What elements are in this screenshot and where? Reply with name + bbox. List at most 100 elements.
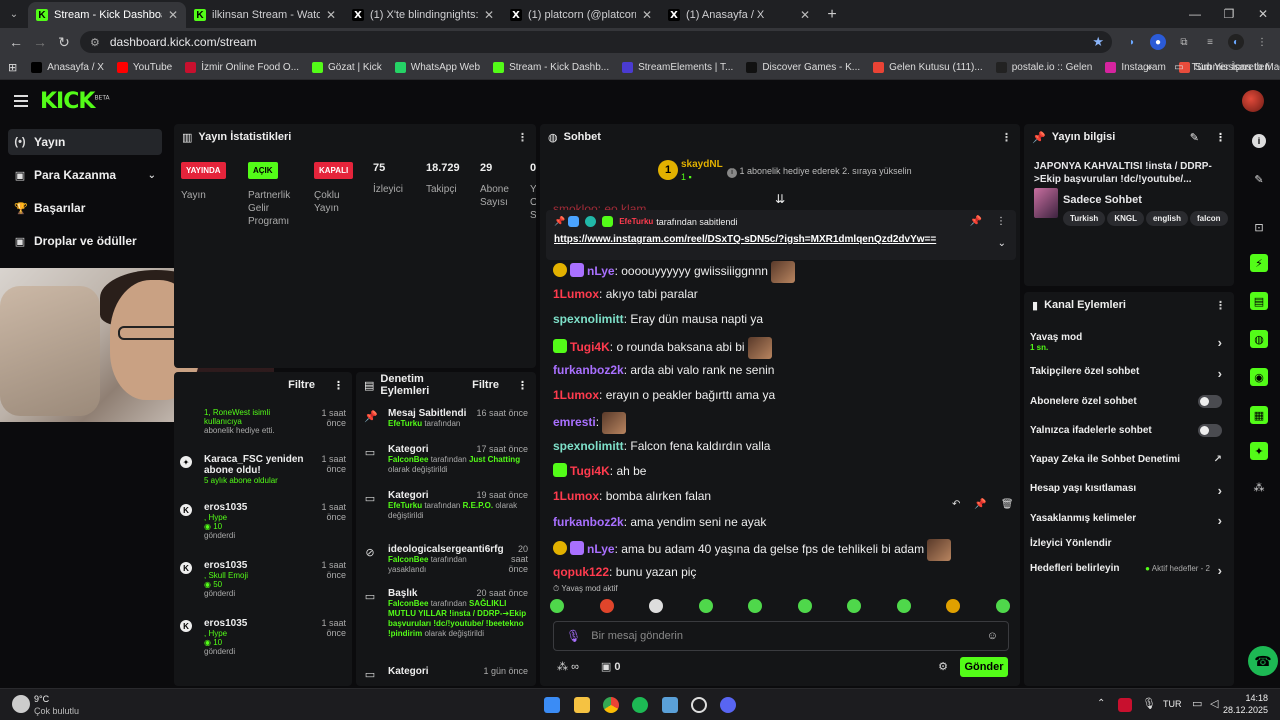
bookmark-item[interactable]: Gözat | Kick xyxy=(312,62,382,73)
emote-image[interactable] xyxy=(747,337,772,359)
kebab-icon[interactable]: ⋮ xyxy=(517,131,528,144)
chevron-right-icon[interactable]: › xyxy=(1218,335,1222,350)
clock-date[interactable]: 28.12.2025 xyxy=(1222,705,1268,715)
url-field[interactable]: ⚙ dashboard.kick.com/stream ★ xyxy=(80,31,1112,53)
explorer-icon[interactable] xyxy=(574,697,590,713)
scroll-down-icon[interactable]: ⇊ xyxy=(775,192,785,206)
tab-close-icon[interactable]: ✕ xyxy=(642,8,652,22)
pin-message-icon[interactable]: 📌 xyxy=(974,499,986,510)
bookmark-item[interactable]: İzmir Online Food O... xyxy=(185,62,299,73)
quick-emote-icon[interactable] xyxy=(896,599,911,613)
chat-username[interactable]: spexnolimitt xyxy=(553,312,624,326)
moderator-name[interactable]: FalconBee xyxy=(388,555,428,564)
chat-username[interactable]: 1Lumox xyxy=(553,388,599,402)
channel-action-item[interactable]: Hedefleri belirleyin › ● Aktif hedefler - … xyxy=(1030,563,1222,578)
tray-icon[interactable] xyxy=(1118,698,1132,712)
wrench-icon[interactable]: ✦ xyxy=(1250,442,1268,460)
close-window-icon[interactable]: ✕ xyxy=(1246,0,1280,28)
bookmark-item[interactable]: Gelen Kutusu (111)... xyxy=(873,62,983,73)
category-thumbnail[interactable] xyxy=(1034,188,1058,218)
quick-emote-icon[interactable] xyxy=(946,599,961,613)
kick-logo[interactable]: KICKBETA xyxy=(40,89,110,114)
kebab-icon[interactable]: ⋮ xyxy=(996,216,1006,227)
chat-username[interactable]: nLye xyxy=(587,264,615,278)
site-info-icon[interactable]: ⚙ xyxy=(90,36,100,49)
forward-icon[interactable]: → xyxy=(28,34,52,50)
bookmark-item[interactable]: Discover Games - K... xyxy=(746,62,860,73)
kebab-icon[interactable]: ⋮ xyxy=(517,379,528,392)
quick-emote-icon[interactable] xyxy=(748,599,763,613)
extension-icon[interactable]: ◗ xyxy=(1124,34,1140,50)
quick-emote-icon[interactable] xyxy=(698,599,713,613)
sidebar-item[interactable]: ▣ Para Kazanma ⌄ xyxy=(8,162,162,188)
toggle-switch[interactable] xyxy=(1198,424,1222,437)
points-icon[interactable]: ⁂ xyxy=(557,661,568,673)
delete-icon[interactable]: 🗑 xyxy=(1001,499,1014,510)
channel-action-item[interactable]: Yalnızca ifadelerle sohbet xyxy=(1030,424,1222,437)
moderator-name[interactable]: EfeTurku xyxy=(388,501,422,510)
broadcast-icon[interactable]: ◉ xyxy=(1250,368,1268,386)
layout-icon[interactable]: ▦ xyxy=(1250,406,1268,424)
info-icon[interactable]: i xyxy=(1252,134,1266,148)
chat-username[interactable]: Tugi4K xyxy=(570,340,610,354)
chat-username[interactable]: spexnolimitt xyxy=(553,439,624,453)
spotify-icon[interactable] xyxy=(632,697,648,713)
bookmark-item[interactable]: WhatsApp Web xyxy=(394,62,480,73)
stream-tag[interactable]: Turkish xyxy=(1063,211,1106,226)
stream-tag[interactable]: english xyxy=(1145,211,1188,226)
extension-icon[interactable]: ● xyxy=(1150,34,1166,50)
chevron-right-icon[interactable]: › xyxy=(1218,366,1222,381)
emote-image[interactable] xyxy=(927,539,952,561)
crop-icon[interactable]: ⊡ xyxy=(1250,218,1268,236)
reload-icon[interactable]: ↻ xyxy=(52,34,76,51)
channel-action-item[interactable]: Yavaş mod 1 sn. › xyxy=(1030,332,1222,352)
all-bookmarks-link[interactable]: Tüm Yer İşaretleri xyxy=(1192,62,1270,73)
apps-icon[interactable]: ⊞ xyxy=(8,61,17,74)
channel-action-item[interactable]: Takipçilere özel sohbet › xyxy=(1030,366,1222,381)
chat-input[interactable]: 🎙 Bir mesaj gönderin ☺ xyxy=(553,621,1009,651)
quick-emote-icon[interactable] xyxy=(847,599,862,613)
quick-emote-icon[interactable] xyxy=(797,599,812,613)
mic-icon[interactable]: 🎙 xyxy=(566,629,581,643)
pinned-link[interactable]: https://www.instagram.com/reel/DSxTQ-sDN… xyxy=(554,234,936,245)
browser-tab[interactable]: Kilkinsan Stream - Watch Live on ✕ xyxy=(186,2,344,28)
sidebar-item[interactable]: ▣ Droplar ve ödüller xyxy=(8,228,162,254)
moderator-name[interactable]: EfeTurku xyxy=(388,419,422,428)
language-indicator[interactable]: TUR xyxy=(1163,699,1182,709)
user-avatar[interactable] xyxy=(1242,90,1264,112)
back-icon[interactable]: ← xyxy=(4,34,28,50)
moderator-name[interactable]: FalconBee xyxy=(388,599,428,608)
menu-icon[interactable]: ⋮ xyxy=(1254,34,1270,50)
chat-username[interactable]: furkanboz2k xyxy=(553,363,624,377)
media-control-icon[interactable]: ≡ xyxy=(1202,34,1218,50)
channel-action-item[interactable]: Yapay Zeka ile Sohbet Denetimi ↗ xyxy=(1030,454,1222,465)
emoji-icon[interactable]: ☺ xyxy=(987,630,998,642)
quick-emote-icon[interactable] xyxy=(550,599,564,613)
category-name[interactable]: Sadece Sohbet xyxy=(1063,194,1142,206)
filter-button[interactable]: Filtre xyxy=(288,379,315,391)
top-gifter-name[interactable]: skaydNL xyxy=(681,159,723,170)
discord-icon[interactable] xyxy=(720,697,736,713)
kebab-icon[interactable]: ⋮ xyxy=(1001,131,1012,144)
tab-close-icon[interactable]: ✕ xyxy=(800,8,810,22)
start-icon[interactable] xyxy=(544,697,560,713)
stream-tag[interactable]: KNGL xyxy=(1107,211,1144,226)
minimize-icon[interactable]: — xyxy=(1178,0,1212,28)
quick-emote-icon[interactable] xyxy=(649,599,664,613)
quick-emote-icon[interactable] xyxy=(599,599,614,613)
tab-close-icon[interactable]: ✕ xyxy=(326,8,336,22)
channel-action-item[interactable]: Hesap yaşı kısıtlaması › xyxy=(1030,483,1222,498)
bookmark-item[interactable]: Stream - Kick Dashb... xyxy=(493,62,609,73)
chat-username[interactable]: qopuk122 xyxy=(553,565,609,579)
settings-dots-icon[interactable]: ⁂ xyxy=(1250,478,1268,496)
stream-tag[interactable]: falcon xyxy=(1190,211,1228,226)
edit-icon[interactable]: ✎ xyxy=(1190,131,1199,144)
app-icon[interactable] xyxy=(691,697,707,713)
emote-image[interactable] xyxy=(771,261,796,283)
bookmark-star-icon[interactable]: ★ xyxy=(1092,34,1104,50)
channel-action-item[interactable]: Yasaklanmış kelimeler › xyxy=(1030,513,1222,528)
tab-search-icon[interactable]: ⌄ xyxy=(0,0,28,28)
bookmarks-more-icon[interactable]: » xyxy=(1147,62,1153,73)
chevron-right-icon[interactable]: › xyxy=(1218,563,1222,578)
bookmark-item[interactable]: postale.io :: Gelen xyxy=(995,62,1092,73)
